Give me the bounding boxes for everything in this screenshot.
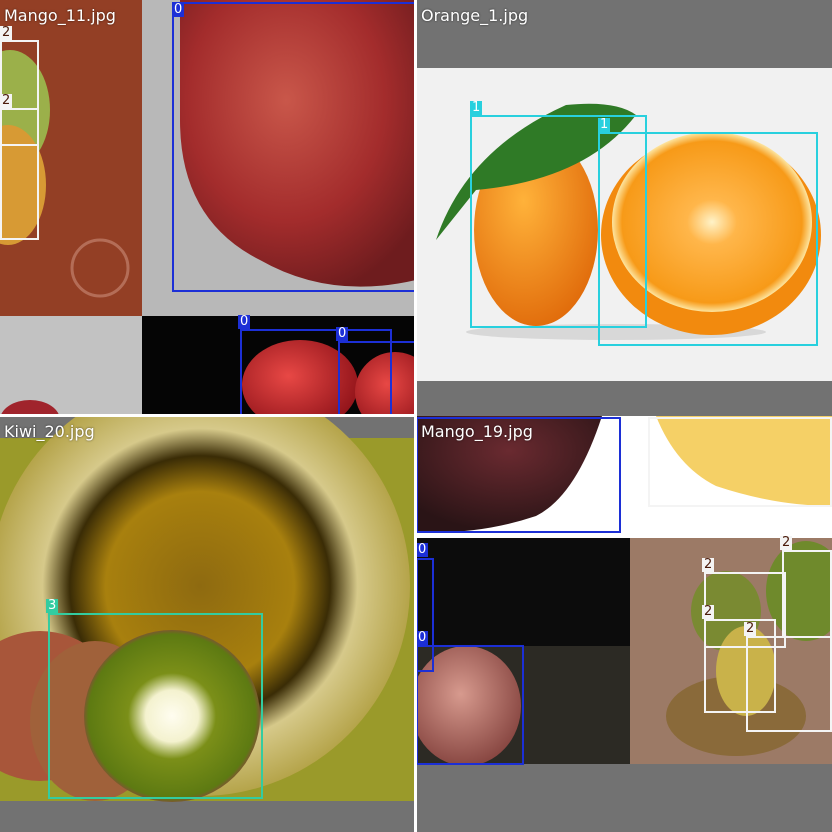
tile-mango-11: Mango_11.jpg 0 2 2 0 0	[0, 0, 416, 416]
tile-filename: Orange_1.jpg	[421, 6, 529, 25]
tile-orange-1: Orange_1.jpg 1 1	[416, 0, 832, 416]
bbox-class-label: 0	[172, 2, 185, 17]
bbox-apple	[416, 417, 621, 533]
bbox-class-label: 1	[470, 100, 483, 115]
bbox-mango	[782, 550, 832, 638]
bbox-mango	[0, 108, 39, 240]
bbox-class-label: 2	[0, 25, 13, 40]
bbox-class-label: 3	[46, 598, 59, 613]
bbox-class-label: 2	[702, 557, 715, 572]
bbox-class-label: 0	[238, 314, 251, 329]
bbox-class-label: 2	[744, 621, 757, 636]
bbox-kiwi	[48, 613, 263, 799]
bbox-mango	[746, 636, 832, 732]
bbox-class-label: 0	[416, 542, 429, 557]
tile-mango-19: Mango_19.jpg 0 2 0 0 2 2 2 2	[416, 416, 832, 832]
bbox-class-label: 2	[780, 535, 793, 550]
bbox-class-label: 2	[0, 93, 13, 108]
bbox-class-label: 2	[702, 604, 715, 619]
horizontal-divider	[0, 414, 416, 417]
tile-filename: Kiwi_20.jpg	[4, 422, 95, 441]
bbox-apple	[416, 645, 524, 765]
detection-mosaic: Mango_11.jpg 0 2 2 0 0 Orange_1.jpg 1 1 …	[0, 0, 832, 832]
tile-kiwi-20: Kiwi_20.jpg 3	[0, 416, 416, 832]
bbox-class-label: 0	[336, 326, 349, 341]
bbox-mango	[648, 417, 832, 507]
tile-filename: Mango_11.jpg	[4, 6, 116, 25]
bbox-orange	[598, 132, 818, 346]
bbox-apple	[338, 341, 416, 416]
bbox-class-label: 0	[416, 630, 429, 645]
bbox-apple	[172, 2, 416, 292]
bbox-class-label: 1	[598, 117, 611, 132]
